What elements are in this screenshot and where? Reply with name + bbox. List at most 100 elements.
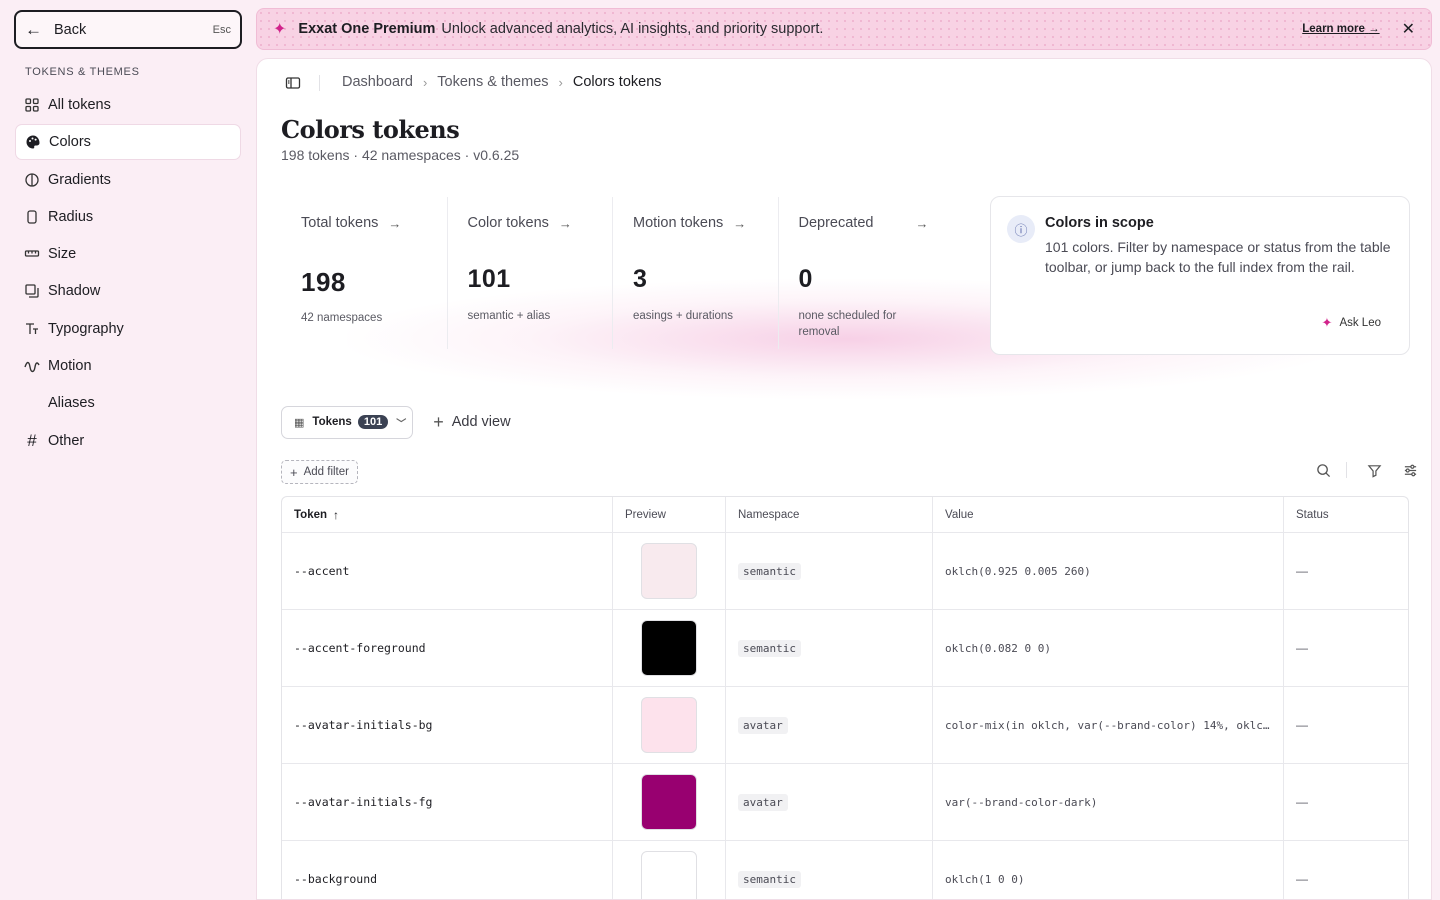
color-swatch — [641, 620, 697, 676]
column-header-status[interactable]: Status — [1284, 497, 1408, 532]
column-header-value[interactable]: Value — [933, 497, 1284, 532]
namespace-cell: avatar — [726, 687, 933, 763]
color-swatch — [641, 774, 697, 830]
sidebar-toggle-icon[interactable] — [285, 75, 301, 91]
stat-motion-tokens[interactable]: Motion tokens → 3 easings + durations — [612, 197, 778, 349]
token-value: oklch(0.925 0.005 260) — [945, 564, 1091, 578]
sidebar-item-gradients[interactable]: Gradients — [15, 162, 241, 198]
token-name: --accent-foreground — [282, 610, 613, 686]
plus-icon: + — [433, 411, 444, 432]
column-label: Value — [945, 508, 974, 521]
scope-card: ⓘ Colors in scope 101 colors. Filter by … — [990, 196, 1410, 355]
radius-icon — [24, 209, 40, 225]
column-header-token[interactable]: Token ↑ — [282, 497, 613, 532]
table-row[interactable]: --accent-foreground semantic oklch(0.082… — [282, 610, 1408, 687]
toolbar-divider — [1346, 462, 1347, 478]
sidebar-item-label: Colors — [49, 134, 91, 151]
main-panel: Dashboard › Tokens & themes › Colors tok… — [256, 58, 1432, 900]
grid-icon — [24, 97, 40, 113]
column-label: Namespace — [738, 508, 800, 521]
breadcrumb-tokens-themes[interactable]: Tokens & themes — [437, 74, 548, 90]
preview-cell — [613, 687, 726, 763]
settings-sliders-icon[interactable] — [1401, 461, 1419, 479]
ask-leo-label: Ask Leo — [1339, 317, 1381, 329]
value-cell: oklch(1 0 0) — [933, 841, 1284, 899]
status-cell: — — [1296, 641, 1308, 655]
sidebar-item-typography[interactable]: Typography — [15, 311, 241, 347]
stat-label: Deprecated — [798, 215, 874, 231]
hash-icon: # — [27, 430, 37, 450]
value-cell: var(--brand-color-dark) — [933, 764, 1284, 840]
stat-total-tokens[interactable]: Total tokens → 198 42 namespaces — [281, 197, 447, 349]
token-name: --background — [282, 841, 613, 899]
page-subtitle: 198 tokens · 42 namespaces · v0.6.25 — [281, 147, 520, 163]
table-row[interactable]: --background semantic oklch(1 0 0) — — [282, 841, 1408, 899]
sidebar-item-other[interactable]: # Other — [15, 423, 241, 459]
stat-caption: none scheduled for removal — [798, 310, 897, 338]
sidebar: ← Back Esc TOKENS & THEMES All tokens Co… — [0, 0, 256, 900]
sidebar-item-aliases[interactable]: Aliases — [15, 385, 241, 421]
filter-icon[interactable] — [1365, 461, 1383, 479]
sparkle-icon: ✦ — [1321, 315, 1333, 330]
stat-value: 3 — [633, 265, 648, 293]
learn-more-link[interactable]: Learn more → — [1302, 23, 1379, 35]
view-selector[interactable]: ▦ Tokens 101 ﹀ — [281, 405, 414, 439]
namespace-cell: semantic — [726, 533, 933, 609]
stat-deprecated[interactable]: Deprecated → 0 none scheduled for removal — [777, 197, 944, 349]
value-cell: color-mix(in oklch, var(--brand-color) 1… — [933, 687, 1284, 763]
info-icon: ⓘ — [1007, 215, 1035, 243]
sidebar-section-heading: TOKENS & THEMES — [25, 66, 140, 78]
table-header-row: Token ↑ Preview Namespace Value Status — [282, 497, 1408, 533]
stat-caption: semantic + alias — [467, 310, 551, 322]
sidebar-item-size[interactable]: Size — [15, 236, 241, 272]
preview-cell — [613, 533, 726, 609]
sidebar-item-label: Gradients — [48, 171, 111, 188]
column-label: Token — [294, 508, 328, 521]
breadcrumb-dashboard[interactable]: Dashboard — [342, 74, 413, 90]
back-button[interactable]: ← Back Esc — [14, 10, 242, 49]
scope-card-title: Colors in scope — [1045, 215, 1154, 231]
stat-caption: 42 namespaces — [301, 312, 383, 324]
toolbar-divider — [319, 75, 320, 91]
namespace-cell: semantic — [726, 841, 933, 899]
sidebar-item-shadow[interactable]: Shadow — [15, 273, 241, 309]
sidebar-item-label: Size — [48, 246, 77, 263]
token-value: var(--brand-color-dark) — [945, 795, 1098, 809]
arrow-up-icon: ↑ — [333, 507, 340, 522]
table-row[interactable]: --avatar-initials-fg avatar var(--brand-… — [282, 764, 1408, 841]
table-row[interactable]: --accent semantic oklch(0.925 0.005 260)… — [282, 533, 1408, 610]
palette-icon — [25, 134, 41, 150]
sidebar-item-colors[interactable]: Colors — [15, 124, 241, 161]
status-cell: — — [1296, 564, 1308, 578]
token-name: --accent — [282, 533, 613, 609]
sidebar-item-label: Radius — [48, 208, 94, 225]
column-header-preview[interactable]: Preview — [613, 497, 726, 532]
sparkle-icon: ✦ — [273, 21, 287, 38]
learn-more-label: Learn more — [1302, 23, 1365, 35]
ask-leo-button[interactable]: ✦ Ask Leo — [1322, 315, 1381, 331]
sidebar-item-radius[interactable]: Radius — [15, 199, 241, 235]
arrow-right-icon: → — [915, 215, 929, 231]
ruler-icon — [24, 246, 40, 262]
add-view-button[interactable]: + Add view — [433, 412, 510, 433]
search-icon[interactable] — [1314, 461, 1332, 479]
stats-row: Total tokens → 198 42 namespaces Color to… — [281, 197, 981, 349]
sidebar-item-label: Typography — [48, 320, 124, 337]
add-filter-button[interactable]: + Add filter — [281, 460, 358, 484]
arrow-right-icon: → — [1368, 23, 1380, 35]
stat-color-tokens[interactable]: Color tokens → 101 semantic + alias — [446, 197, 613, 349]
sidebar-item-motion[interactable]: Motion — [15, 348, 241, 384]
column-header-namespace[interactable]: Namespace — [726, 497, 933, 532]
value-cell: oklch(0.925 0.005 260) — [933, 533, 1284, 609]
table-row[interactable]: --avatar-initials-bg avatar color-mix(in… — [282, 687, 1408, 764]
gradient-icon — [24, 172, 40, 188]
stat-value: 0 — [798, 265, 813, 293]
wave-icon — [24, 358, 40, 374]
namespace-cell: avatar — [726, 764, 933, 840]
sidebar-item-label: Shadow — [48, 283, 101, 300]
namespace-tag: avatar — [738, 793, 788, 811]
column-label: Status — [1296, 508, 1329, 521]
close-icon[interactable]: ✕ — [1402, 19, 1415, 39]
arrow-right-icon: → — [558, 215, 572, 231]
sidebar-item-all-tokens[interactable]: All tokens — [15, 87, 241, 123]
